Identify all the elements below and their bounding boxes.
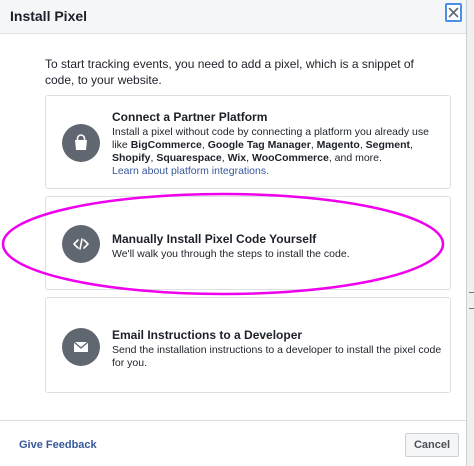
close-button[interactable] <box>445 3 462 22</box>
background-mark <box>469 292 474 293</box>
platform-name: WooCommerce <box>251 152 329 164</box>
option-icon-circle <box>62 328 100 366</box>
dialog-title: Install Pixel <box>10 8 88 24</box>
platform-name: Segment <box>365 139 411 151</box>
platform-name: Squarespace <box>156 152 222 164</box>
platform-name: Wix <box>227 152 247 164</box>
option-icon-circle <box>62 225 100 263</box>
learn-platform-integrations-link[interactable]: Learn about platform integrations. <box>112 165 269 177</box>
give-feedback-link[interactable]: Give Feedback <box>19 439 97 451</box>
option-title: Manually Install Pixel Code Yourself <box>112 232 317 246</box>
option-title: Connect a Partner Platform <box>112 110 268 124</box>
install-pixel-dialog: Install Pixel To start tracking events, … <box>0 0 466 466</box>
code-icon <box>73 238 89 250</box>
background-page-edge <box>466 0 474 466</box>
intro-text: To start tracking events, you need to ad… <box>45 57 414 87</box>
option-title: Email Instructions to a Developer <box>112 328 303 342</box>
option-connect-partner-platform[interactable]: Connect a Partner Platform Install a pix… <box>45 95 451 189</box>
footer-divider <box>0 420 466 421</box>
cancel-button[interactable]: Cancel <box>405 433 459 457</box>
close-icon <box>448 7 459 18</box>
platform-name: Shopify <box>112 152 151 164</box>
platform-name: Google Tag Manager <box>207 139 311 151</box>
envelope-icon <box>73 341 89 352</box>
option-manual-install[interactable]: Manually Install Pixel Code Yourself We'… <box>45 196 451 290</box>
option-description: Install a pixel without code by connecti… <box>112 126 429 177</box>
background-mark <box>469 308 474 309</box>
shopping-bag-icon <box>75 134 87 150</box>
dialog-header: Install Pixel <box>0 0 466 34</box>
platform-name: BigCommerce <box>130 139 202 151</box>
platform-name: Magento <box>316 139 360 151</box>
option-description: We'll walk you through the steps to inst… <box>112 248 350 260</box>
option-icon-circle <box>62 124 100 162</box>
option-description: Send the installation instructions to a … <box>112 344 442 369</box>
option-email-developer[interactable]: Email Instructions to a Developer Send t… <box>45 297 451 393</box>
